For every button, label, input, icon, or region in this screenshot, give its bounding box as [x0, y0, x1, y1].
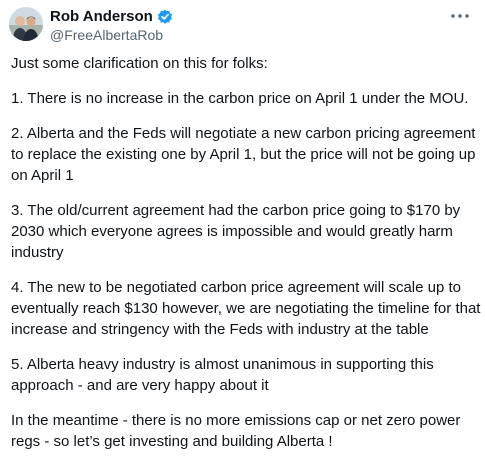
tweet-text: Just some clarification on this for folk… [11, 53, 481, 466]
tweet-paragraph-point-1: 1. There is no increase in the carbon pr… [11, 90, 469, 107]
tweet-paragraph-point-5: 5. Alberta heavy industry is almost unan… [11, 356, 434, 394]
avatar-image [9, 7, 43, 41]
tweet-paragraph-closing: In the meantime - there is no more emiss… [11, 412, 461, 450]
author-handle[interactable]: @FreeAlbertaRob [50, 27, 163, 43]
avatar[interactable] [9, 7, 43, 41]
more-horizontal-icon [451, 14, 469, 18]
author-name-row: Rob Anderson [50, 7, 173, 27]
tweet-header: Rob Anderson @FreeAlbertaRob [0, 0, 485, 50]
tweet-paragraph-point-4: 4. The new to be negotiated carbon price… [11, 279, 481, 338]
author-display-name[interactable]: Rob Anderson [50, 8, 153, 26]
more-options-button[interactable] [449, 8, 471, 24]
tweet-paragraph-point-3: 3. The old/current agreement had the car… [11, 202, 461, 261]
verified-badge-icon [157, 9, 173, 25]
tweet-paragraph-intro: Just some clarification on this for folk… [11, 55, 268, 72]
tweet-paragraph-point-2: 2. Alberta and the Feds will negotiate a… [11, 125, 476, 184]
